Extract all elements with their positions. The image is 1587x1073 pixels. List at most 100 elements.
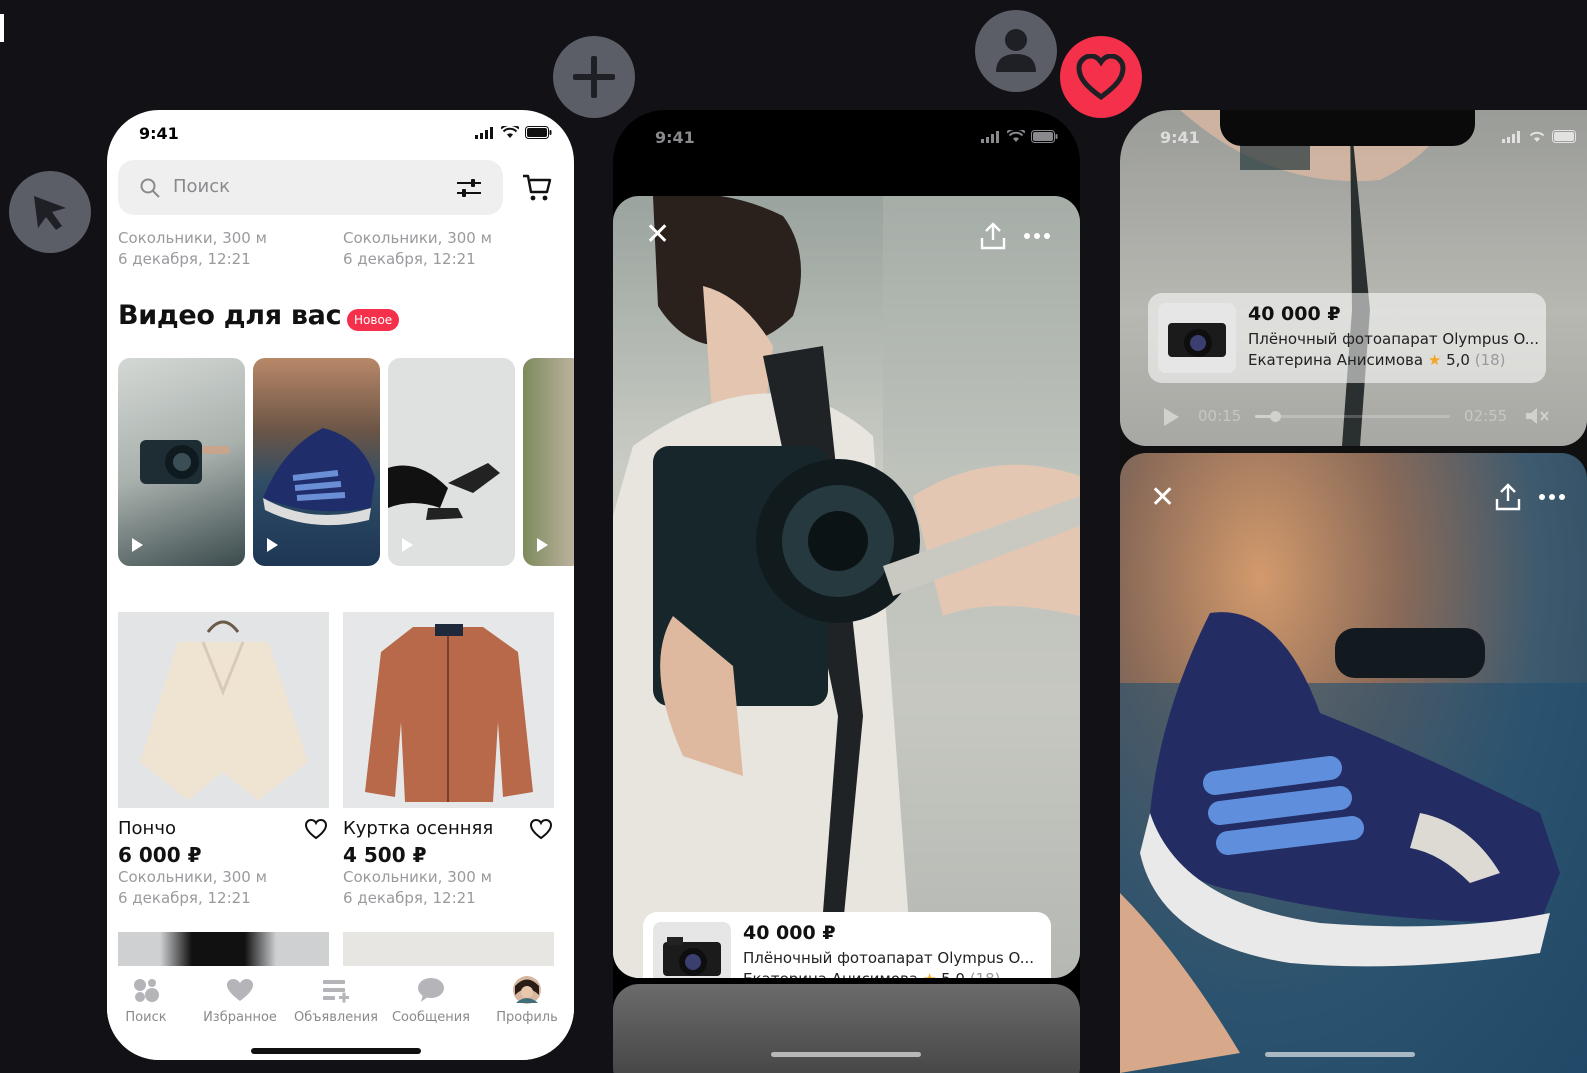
favorite-heart-icon[interactable] [304,818,328,840]
product-title[interactable]: Пончо [118,818,176,839]
product-name: Плёночный фотоапарат Olympus O... [743,949,1035,967]
new-badge: Новое [347,309,400,331]
user-icon[interactable] [975,10,1057,92]
section-title: Видео для вас [118,300,342,331]
product-image[interactable] [343,612,554,808]
shoes-photo [388,463,500,520]
product-price: 40 000 ₽ [743,922,836,944]
battery-icon [1031,130,1058,143]
tab-label: Поиск [125,1010,167,1025]
product-date: 6 декабря, 12:21 [118,889,251,907]
heart-icon[interactable] [1060,36,1142,118]
wifi-icon [501,126,519,138]
product-card[interactable]: 40 000 ₽ Плёночный фотоапарат Olympus O.… [1148,293,1546,383]
video-thumbnail[interactable] [118,358,245,566]
star-icon: ★ [923,970,936,978]
product-name: Плёночный фотоапарат Olympus O... [1248,330,1540,348]
wifi-icon [1007,130,1025,142]
mute-icon[interactable] [1524,406,1550,426]
seller-name: Екатерина Анисимова [1248,351,1424,369]
product-thumbnail [653,922,731,978]
phone-video-player: 9:41 ✕ 40 000 ₽ Плёночный фотоапарат Oly… [613,110,1080,1073]
signal-icon [475,126,493,139]
search-input[interactable]: Поиск [118,160,503,215]
product-price: 40 000 ₽ [1248,303,1341,325]
listings-icon [323,980,349,1003]
close-icon[interactable]: ✕ [1150,483,1175,513]
tab-bar: Поиск Избранное Объявления Сообщения Про… [107,966,574,1060]
favorite-heart-icon[interactable] [529,818,553,840]
status-bar: 9:41 [613,110,1080,158]
signal-icon [981,130,999,143]
cursor-icon [9,171,91,253]
seller-rating: 5,0 [941,970,965,978]
listing-location: Сокольники, 300 м [118,229,267,247]
filter-icon[interactable] [457,178,481,198]
play-icon[interactable] [1164,408,1179,426]
home-indicator [251,1048,421,1054]
star-icon: ★ [1427,351,1442,369]
search-icon [140,178,160,198]
phone-video-scroll: 9:41 40 000 ₽ Плёночный фотоапарат Olymp… [1120,110,1587,1073]
sneaker-photo [1120,612,1587,1073]
listing-date: 6 декабря, 12:21 [118,250,251,268]
more-icon[interactable] [1539,494,1565,500]
jacket-photo [365,624,533,802]
player-controls: 00:15 02:55 [1160,404,1550,428]
tab-listings[interactable]: Объявления [291,974,381,1025]
share-icon[interactable] [980,222,1006,250]
search-placeholder: Поиск [173,176,231,197]
product-location: Сокольники, 300 м [343,868,492,886]
product-thumbnail [1158,303,1236,373]
hand-camera-photo [1180,110,1450,446]
seller-rating: 5,0 [1446,351,1470,369]
current-time: 00:15 [1198,407,1242,425]
tab-search[interactable]: Поиск [107,974,191,1025]
listing-meta: Сокольники, 300 м 6 декабря, 12:21 [118,228,267,270]
product-card[interactable]: 40 000 ₽ Плёночный фотоапарат Olympus O.… [643,912,1051,978]
video-thumbnail[interactable] [253,358,380,566]
chat-icon [418,978,444,1002]
close-icon[interactable]: ✕ [645,220,670,250]
woman-camera-photo [613,196,1080,978]
seek-handle[interactable] [1269,411,1281,422]
video-thumbnail[interactable] [388,358,515,566]
more-icon[interactable] [1024,233,1050,239]
wifi-icon [1529,131,1545,142]
play-icon [537,538,548,552]
video-frame[interactable]: ✕ 40 000 ₽ Плёночный фотоапарат Olympus … [613,196,1080,978]
avatar [513,976,541,1004]
listing-date: 6 декабря, 12:21 [343,250,476,268]
tab-label: Сообщения [391,1010,470,1025]
seek-bar[interactable] [1255,411,1450,422]
product-meta: Сокольники, 300 м 6 декабря, 12:21 [118,867,267,909]
seller-name: Екатерина Анисимова [743,970,918,978]
home-indicator [1265,1052,1415,1057]
play-icon [267,538,278,552]
product-title[interactable]: Куртка осенняя [343,818,493,839]
seller-info: Екатерина Анисимова ★ 5,0 (18) [743,970,1001,978]
video-frame[interactable]: ✕ [1120,453,1587,1073]
battery-icon [1552,130,1576,143]
tab-favorites[interactable]: Избранное [195,974,285,1025]
play-icon [402,538,413,552]
home-indicator [771,1052,921,1057]
cart-icon[interactable] [522,174,552,202]
tab-label: Профиль [496,1010,558,1025]
status-bar: 9:41 [107,110,574,158]
camera-photo [140,440,230,484]
phone-feed-screen: 9:41 Поиск Сокольники, 300 м 6 декабря, … [107,110,574,1060]
tab-label: Избранное [203,1010,277,1025]
video-thumbnail[interactable] [523,358,574,566]
tab-messages[interactable]: Сообщения [386,974,476,1025]
next-video-frame[interactable] [613,984,1080,1073]
search-dots-icon [134,979,159,1002]
tab-profile[interactable]: Профиль [482,974,572,1025]
plus-icon[interactable] [553,36,635,118]
product-price: 6 000 ₽ [118,843,202,867]
previous-video-frame[interactable]: 9:41 40 000 ₽ Плёночный фотоапарат Olymp… [1120,110,1587,446]
sneaker-photo [263,428,375,526]
product-image[interactable] [118,612,329,808]
share-icon[interactable] [1495,483,1521,511]
product-meta: Сокольники, 300 м 6 декабря, 12:21 [343,867,492,909]
